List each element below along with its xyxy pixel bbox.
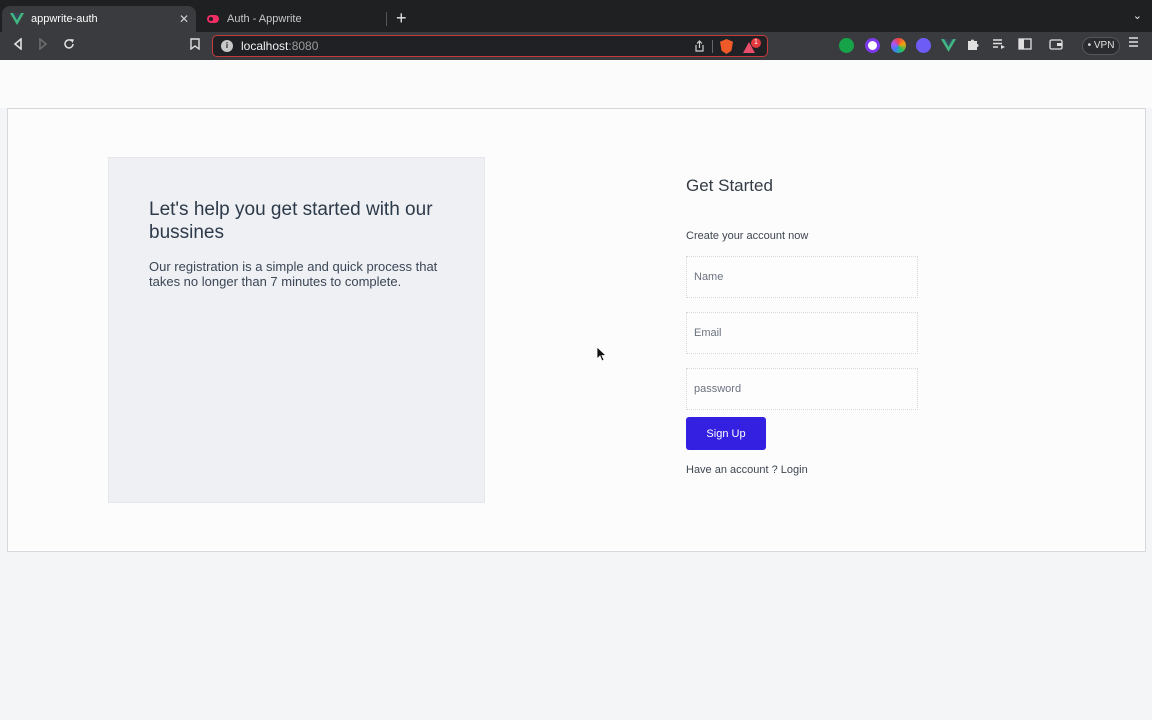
wallet-icon[interactable] — [1049, 37, 1063, 55]
tab-search-chevron-icon[interactable]: ⌄ — [1133, 9, 1142, 22]
brave-rewards-icon[interactable]: 1 — [743, 38, 761, 54]
mouse-cursor-icon — [597, 347, 607, 362]
vue-devtools-extension-icon[interactable] — [941, 38, 956, 53]
info-description: Our registration is a simple and quick p… — [149, 259, 438, 289]
back-icon[interactable] — [9, 37, 27, 55]
tab-strip: appwrite-auth ✕ Auth - Appwrite + ⌄ — [0, 0, 1152, 32]
hamburger-menu-icon[interactable] — [1128, 36, 1139, 51]
puzzle-icon[interactable] — [966, 37, 980, 55]
address-bar[interactable]: i localhost:8080 1 — [212, 35, 768, 57]
vpn-button[interactable]: • VPN — [1082, 37, 1120, 55]
tab-title: appwrite-auth — [31, 13, 98, 25]
brave-shield-icon[interactable] — [720, 39, 733, 54]
bookmark-icon[interactable] — [186, 37, 204, 55]
sign-up-button[interactable]: Sign Up — [686, 417, 766, 450]
tab-appwrite-auth[interactable]: appwrite-auth ✕ — [2, 6, 196, 32]
signup-card: Let's help you get started with our buss… — [7, 108, 1146, 552]
forward-icon[interactable] — [34, 37, 52, 55]
reload-icon[interactable] — [60, 37, 78, 55]
color-extension-icon[interactable] — [865, 38, 880, 53]
info-heading: Let's help you get started with our buss… — [149, 199, 433, 243]
site-info-icon[interactable]: i — [221, 40, 233, 52]
rewards-badge: 1 — [751, 38, 761, 48]
url-host: localhost — [241, 39, 289, 53]
address-divider — [712, 40, 713, 53]
form-title: Get Started — [686, 176, 773, 195]
login-link[interactable]: Login — [781, 464, 808, 476]
new-tab-button[interactable]: + — [396, 8, 407, 28]
playlist-icon[interactable] — [992, 37, 1006, 55]
page-header-space — [0, 60, 1152, 108]
url-port: :8080 — [288, 39, 319, 53]
browser-toolbar: i localhost:8080 1 • VPN — [0, 32, 1152, 60]
signup-form: Get Started Create your account now Sign… — [686, 169, 926, 477]
react-devtools-extension-icon[interactable] — [916, 38, 931, 53]
name-input[interactable] — [686, 256, 918, 298]
colorzilla-extension-icon[interactable] — [891, 38, 906, 53]
login-prompt: Have an account ? Login — [686, 463, 926, 477]
vue-logo-icon — [10, 12, 24, 26]
grammarly-extension-icon[interactable] — [839, 38, 854, 53]
tab-title: Auth - Appwrite — [227, 13, 302, 25]
sidebar-icon[interactable] — [1018, 37, 1032, 55]
appwrite-logo-icon — [206, 12, 220, 26]
share-icon[interactable] — [694, 40, 705, 55]
tab-auth-appwrite[interactable]: Auth - Appwrite — [198, 6, 386, 32]
password-input[interactable] — [686, 368, 918, 410]
close-tab-icon[interactable]: ✕ — [176, 12, 192, 26]
form-subtitle: Create your account now — [686, 230, 809, 242]
page-viewport: Let's help you get started with our buss… — [0, 60, 1152, 720]
tab-separator — [386, 12, 387, 26]
info-panel: Let's help you get started with our buss… — [108, 157, 485, 503]
email-input[interactable] — [686, 312, 918, 354]
login-prompt-text: Have an account ? — [686, 464, 778, 476]
